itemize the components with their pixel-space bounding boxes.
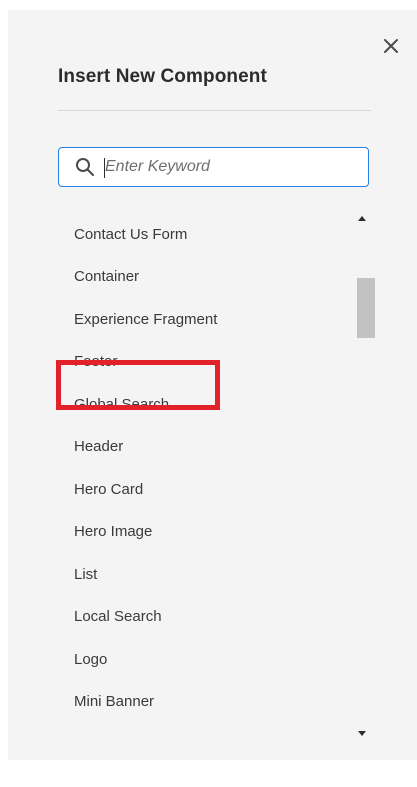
scroll-up-arrow-icon[interactable]	[356, 214, 368, 224]
list-scrollbar[interactable]	[351, 206, 375, 752]
component-list-item[interactable]: List	[58, 554, 348, 597]
scroll-down-arrow-icon[interactable]	[356, 728, 368, 738]
search-field[interactable]	[58, 147, 369, 187]
component-list-item[interactable]: Hero Card	[58, 469, 348, 512]
component-list-item[interactable]: Logo	[58, 639, 348, 682]
component-list-item[interactable]: Contact Us Form	[58, 214, 348, 257]
component-list: Click To ContentContact Us FormContainer…	[58, 204, 348, 754]
close-button[interactable]	[376, 30, 406, 60]
close-icon	[384, 39, 398, 53]
highlight-annotation	[56, 360, 220, 410]
component-list-item[interactable]: Hero Image	[58, 511, 348, 554]
component-list-item[interactable]: Experience Fragment	[58, 299, 348, 342]
component-list-item[interactable]: Local Search	[58, 596, 348, 639]
insert-component-dialog: Insert New Component Click To ContentCon…	[8, 10, 417, 760]
dialog-title: Insert New Component	[58, 66, 267, 87]
component-list-item[interactable]: Mini Banner	[58, 681, 348, 724]
search-input[interactable]	[105, 152, 355, 182]
component-list-item[interactable]: Click To Content	[58, 204, 348, 214]
component-list-item[interactable]: Container	[58, 256, 348, 299]
component-list-items: Click To ContentContact Us FormContainer…	[58, 204, 348, 724]
title-divider	[58, 110, 371, 111]
search-icon	[76, 158, 94, 176]
component-list-item[interactable]: Header	[58, 426, 348, 469]
scroll-thumb[interactable]	[357, 278, 375, 338]
